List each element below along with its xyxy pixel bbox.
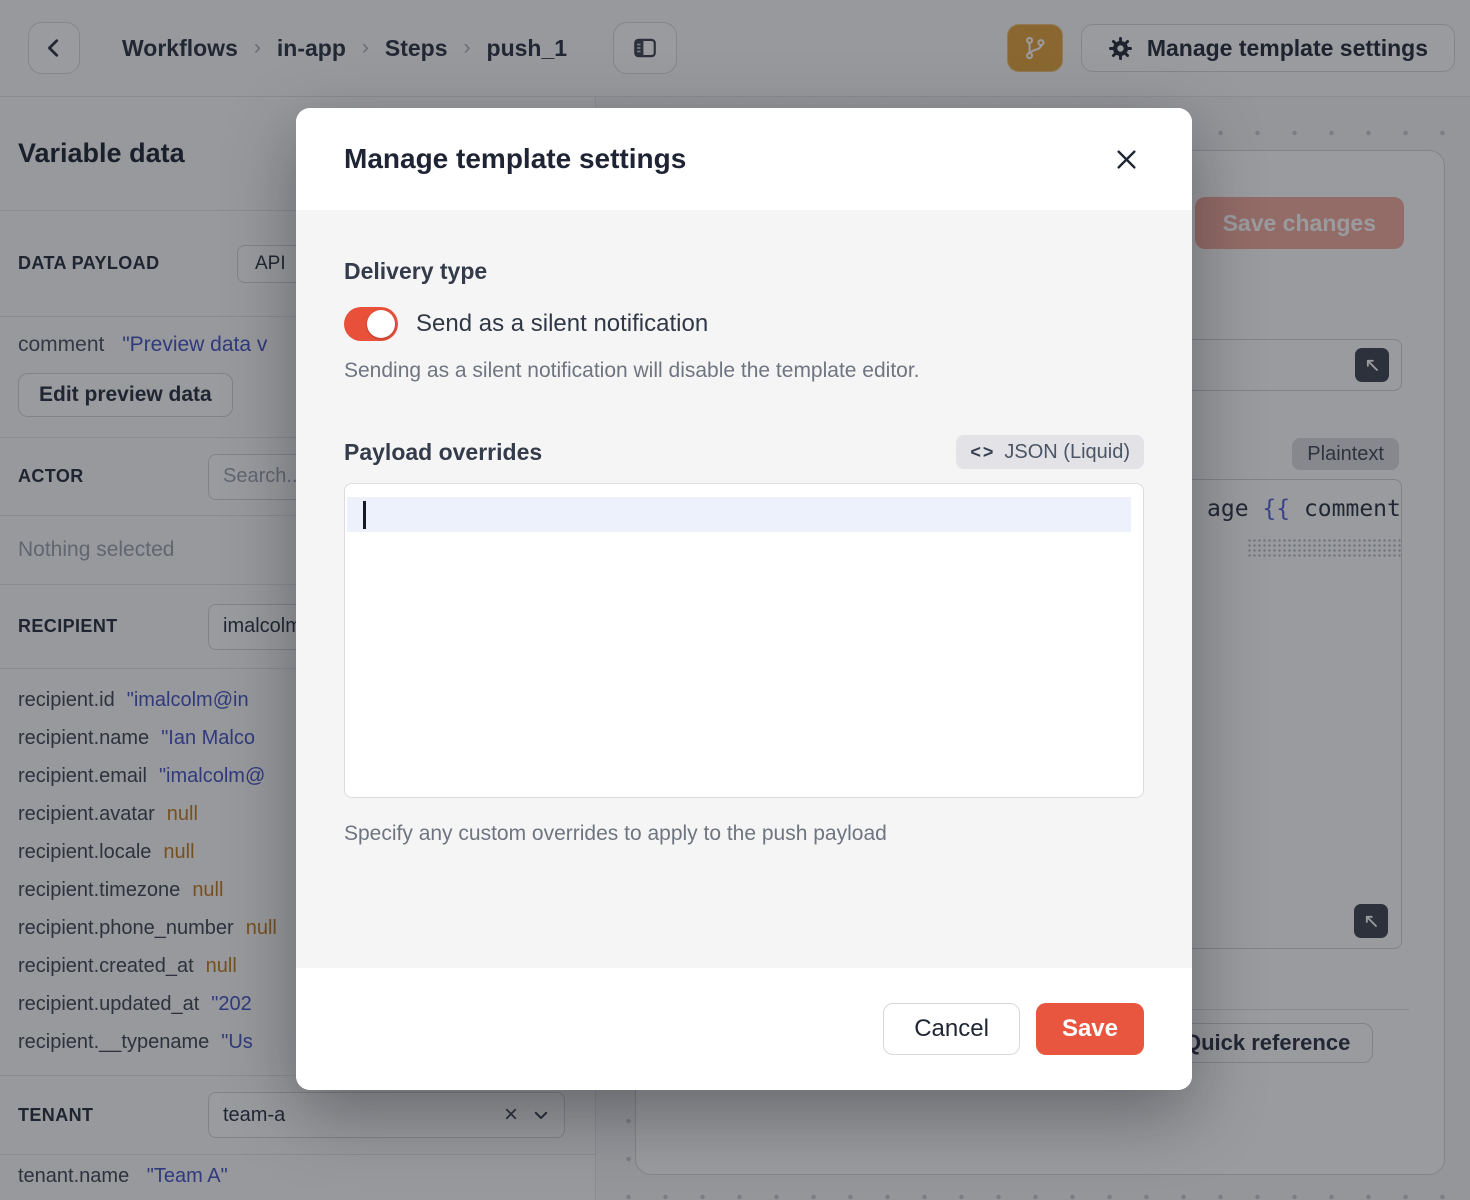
modal-header: Manage template settings [296, 108, 1192, 210]
toggle-knob [367, 310, 395, 338]
save-button[interactable]: Save [1036, 1003, 1144, 1055]
code-brackets-icon: <> [970, 442, 995, 463]
modal-body: Delivery type Send as a silent notificat… [296, 210, 1192, 968]
editor-caret [363, 501, 366, 529]
payload-overrides-label: Payload overrides [344, 439, 542, 466]
language-badge-label: JSON (Liquid) [1004, 441, 1130, 464]
silent-notification-toggle-label: Send as a silent notification [416, 310, 708, 338]
app-window: Workflows › in-app › Steps › push_1 [0, 0, 1470, 1200]
manage-template-settings-modal: Manage template settings Delivery type S… [296, 108, 1192, 1090]
modal-footer: Cancel Save [296, 968, 1192, 1090]
close-icon[interactable] [1108, 141, 1144, 177]
language-badge: <> JSON (Liquid) [956, 435, 1144, 469]
editor-active-line [347, 497, 1131, 532]
cancel-button[interactable]: Cancel [883, 1003, 1020, 1055]
payload-overrides-editor[interactable] [344, 483, 1144, 798]
payload-helper-text: Specify any custom overrides to apply to… [344, 822, 1144, 846]
delivery-helper-text: Sending as a silent notification will di… [344, 359, 1144, 383]
delivery-type-label: Delivery type [344, 258, 1144, 285]
modal-title: Manage template settings [344, 143, 686, 175]
silent-notification-toggle[interactable] [344, 307, 398, 341]
